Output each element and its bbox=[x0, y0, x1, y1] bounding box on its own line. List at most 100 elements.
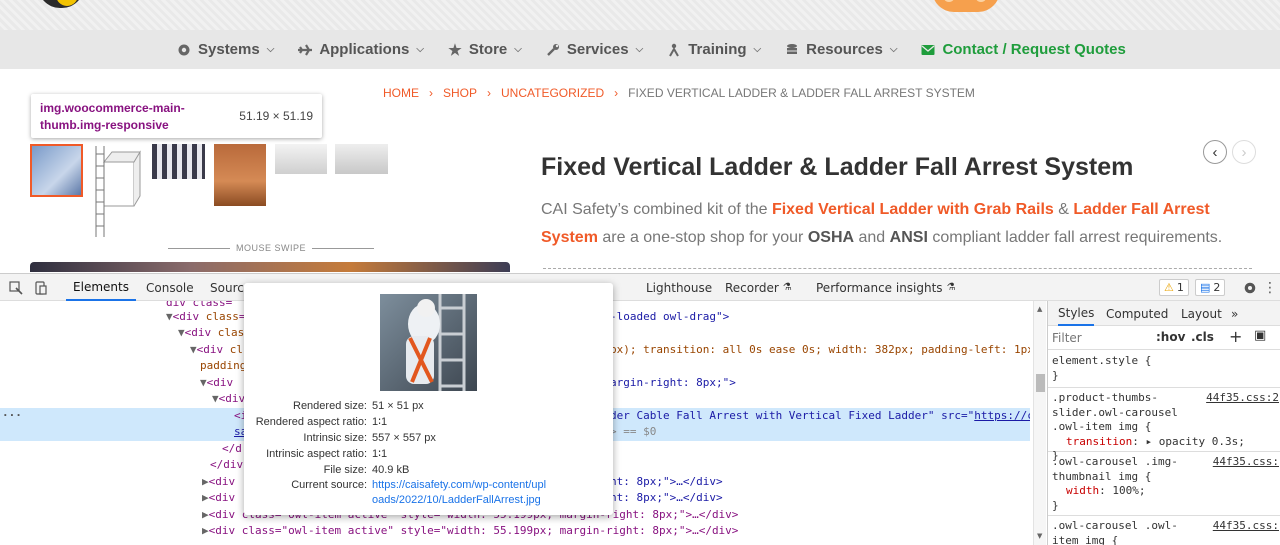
next-product-button[interactable]: › bbox=[1232, 140, 1256, 164]
dom-fragment: der Cable Fall Arrest with Vertical Fixe… bbox=[610, 408, 1030, 425]
cls-toggle[interactable]: .cls bbox=[1191, 330, 1214, 344]
site-header-background bbox=[0, 0, 1280, 30]
thumbnail-image[interactable] bbox=[152, 144, 205, 179]
nav-systems[interactable]: Systems ⌵ bbox=[176, 41, 274, 58]
collapsed-triangle-icon: ▶ bbox=[202, 508, 209, 521]
preview-image bbox=[380, 294, 477, 391]
scroll-down-icon[interactable]: ▼ bbox=[1037, 532, 1042, 540]
scroll-up-icon[interactable]: ▲ bbox=[1037, 305, 1042, 313]
tab-elements[interactable]: Elements bbox=[66, 274, 136, 301]
rule-source-link[interactable]: 44f35.css: bbox=[1213, 455, 1279, 470]
breadcrumb-shop[interactable]: SHOP bbox=[443, 86, 477, 100]
desc-osha: OSHA bbox=[807, 229, 855, 246]
rule-selector: .owl-carousel .img-thumbnail img { bbox=[1052, 455, 1178, 483]
add-rule-icon[interactable]: + bbox=[1229, 327, 1242, 346]
dom-fragment: ht: 8px;">…</div> bbox=[610, 490, 1030, 507]
breadcrumb: HOME › SHOP › UNCATEGORIZED › FIXED VERT… bbox=[383, 86, 975, 100]
nav-contact[interactable]: Contact / Request Quotes bbox=[920, 41, 1126, 58]
header-badge bbox=[932, 0, 1000, 12]
nav-label: Store bbox=[468, 41, 508, 58]
rule-value[interactable]: 100%; bbox=[1112, 484, 1145, 497]
tab-sources[interactable]: Sources bbox=[210, 274, 244, 301]
message-icon: ▤ bbox=[1200, 281, 1211, 294]
thumbnail-image[interactable] bbox=[275, 144, 327, 174]
dom-text: </d bbox=[222, 442, 242, 455]
thumbnail-image[interactable] bbox=[30, 144, 83, 197]
style-rule[interactable]: 44f35.css: .owl-carousel .img-thumbnail … bbox=[1048, 452, 1280, 516]
nav-services[interactable]: Services ⌵ bbox=[545, 41, 643, 58]
scrollbar-thumb[interactable] bbox=[1036, 374, 1045, 392]
messages-count: 2 bbox=[1213, 281, 1221, 294]
more-tabs-icon[interactable]: » bbox=[1231, 301, 1238, 326]
product-description: CAI Safety’s combined kit of the Fixed V… bbox=[541, 196, 1231, 252]
breadcrumb-uncategorized[interactable]: UNCATEGORIZED bbox=[501, 86, 604, 100]
nav-label: Training bbox=[688, 41, 747, 58]
nav-label: Services bbox=[566, 41, 629, 58]
site-logo[interactable] bbox=[38, 0, 84, 8]
thumbnail-image[interactable] bbox=[335, 144, 388, 174]
tab-recorder[interactable]: Recorder ⚗ bbox=[725, 274, 792, 301]
nav-resources[interactable]: Resources ⌵ bbox=[784, 41, 897, 58]
tab-performance-insights[interactable]: Performance insights ⚗ bbox=[816, 274, 956, 301]
flask-icon: ⚗ bbox=[946, 282, 956, 293]
tooltip-size: 51.19 × 51.19 bbox=[239, 109, 313, 123]
breadcrumb-current: FIXED VERTICAL LADDER & LADDER FALL ARRE… bbox=[628, 86, 975, 100]
tab-label: Styles bbox=[1058, 305, 1095, 320]
elements-scrollbar[interactable]: ▲ ▼ bbox=[1033, 301, 1046, 545]
hov-toggle[interactable]: :hov bbox=[1156, 330, 1185, 344]
person-icon bbox=[666, 42, 682, 58]
main-product-image[interactable] bbox=[30, 262, 510, 272]
rule-source-link[interactable]: 44f35.css: bbox=[1213, 519, 1279, 534]
computed-sidebar-icon[interactable]: ▣ bbox=[1254, 328, 1266, 343]
warnings-counter[interactable]: ⚠ 1 bbox=[1159, 279, 1189, 296]
chevron-down-icon: ⌵ bbox=[416, 44, 424, 55]
thumbnail-image[interactable] bbox=[214, 144, 266, 206]
more-options-icon[interactable]: ⋮ bbox=[1262, 280, 1278, 296]
styles-filter-input[interactable] bbox=[1052, 329, 1142, 347]
thumbnail-image[interactable] bbox=[90, 144, 142, 239]
nav-store[interactable]: ★ Store ⌵ bbox=[447, 41, 522, 59]
nav-training[interactable]: Training ⌵ bbox=[666, 41, 761, 58]
breadcrumb-home[interactable]: HOME bbox=[383, 86, 419, 100]
settings-gear-icon[interactable] bbox=[1242, 280, 1258, 296]
rule-property[interactable]: width bbox=[1066, 484, 1099, 497]
tab-console[interactable]: Console bbox=[146, 274, 194, 301]
messages-counter[interactable]: ▤ 2 bbox=[1195, 279, 1226, 296]
rule-close: } bbox=[1052, 368, 1059, 382]
tab-lighthouse[interactable]: Lighthouse bbox=[646, 274, 712, 301]
dom-node[interactable]: ▶<div class="owl-item active" style="wid… bbox=[202, 523, 1046, 540]
dom-attr: clas bbox=[217, 326, 245, 339]
tab-computed[interactable]: Computed bbox=[1106, 301, 1168, 326]
rule-property[interactable]: transition bbox=[1066, 435, 1132, 448]
screen: Systems ⌵ Applications ⌵ ★ Store ⌵ Servi… bbox=[0, 0, 1280, 545]
preview-label: Rendered size: bbox=[293, 400, 367, 412]
inspect-icon[interactable] bbox=[8, 280, 24, 296]
site-main-nav: Systems ⌵ Applications ⌵ ★ Store ⌵ Servi… bbox=[0, 30, 1280, 69]
dom-tag: div bbox=[179, 310, 200, 323]
previous-product-button[interactable]: ‹ bbox=[1203, 140, 1227, 164]
dom-text: argin-right: 8px;"> bbox=[610, 376, 736, 389]
rule-selector: .owl-carousel .owl-item img { bbox=[1052, 519, 1178, 545]
star-icon: ★ bbox=[448, 41, 462, 59]
tab-styles[interactable]: Styles bbox=[1058, 301, 1095, 326]
badge-dot bbox=[944, 0, 954, 2]
dom-tag: div bbox=[203, 343, 224, 356]
preview-source-link[interactable]: https://caisafety.com/wp-content/uploads… bbox=[372, 478, 552, 508]
tooltip-selector: img.woocommerce-main-thumb.img-responsiv… bbox=[40, 101, 185, 132]
rule-value[interactable]: ▸ opacity 0.3s; bbox=[1145, 435, 1244, 448]
tab-layout[interactable]: Layout bbox=[1181, 301, 1222, 326]
style-rule[interactable]: 44f35.css:2 .product-thumbs-slider.owl-c… bbox=[1048, 388, 1280, 462]
desc-text: are a one-stop shop for your bbox=[597, 229, 808, 246]
rule-source-link[interactable]: 44f35.css:2 bbox=[1206, 391, 1279, 406]
nav-label: Resources bbox=[806, 41, 883, 58]
desc-link-ladder[interactable]: Fixed Vertical Ladder with Grab Rails bbox=[772, 201, 1054, 218]
desc-text: and bbox=[854, 229, 890, 246]
dom-link[interactable]: https://cai bbox=[974, 409, 1030, 422]
device-toolbar-icon[interactable] bbox=[33, 280, 49, 296]
chevron-down-icon: ⌵ bbox=[635, 44, 644, 55]
style-rule[interactable]: element.style { } bbox=[1048, 351, 1280, 388]
nav-applications[interactable]: Applications ⌵ bbox=[297, 41, 424, 58]
collapsed-triangle-icon: ▶ bbox=[202, 475, 209, 488]
collapsed-triangle-icon: ▶ bbox=[202, 491, 209, 504]
style-rule[interactable]: 44f35.css: .owl-carousel .owl-item img { bbox=[1048, 516, 1280, 545]
